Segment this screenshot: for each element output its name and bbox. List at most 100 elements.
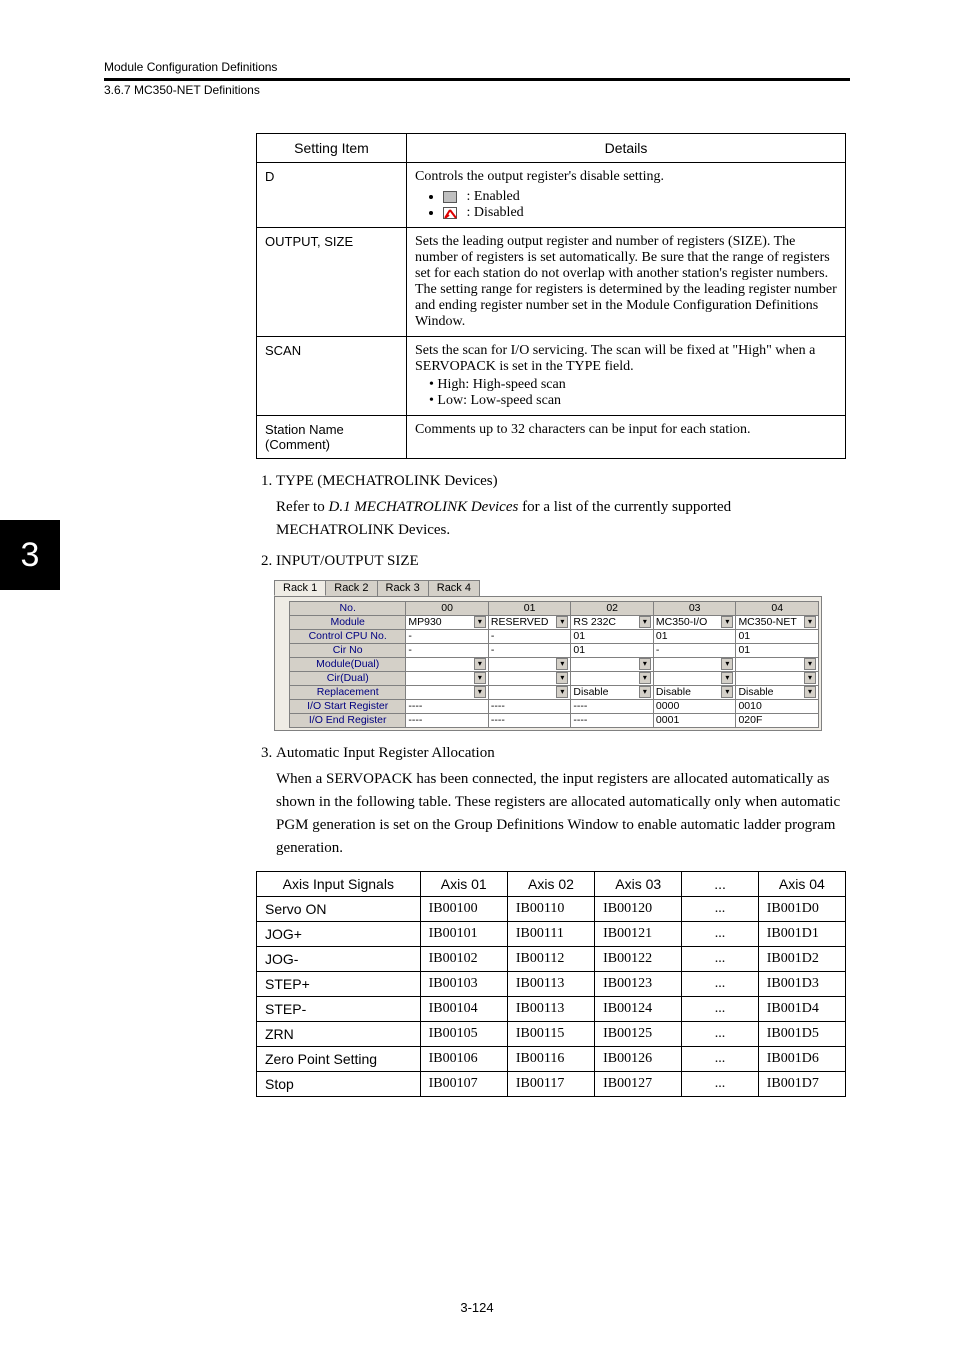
- grid-cell-3-0[interactable]: [406, 657, 489, 671]
- settings-row-station-details: Comments up to 32 characters can be inpu…: [407, 416, 846, 459]
- grid-cell-3-3[interactable]: [653, 657, 736, 671]
- grid-cell-0-0[interactable]: MP930: [406, 615, 489, 629]
- grid-cell-3-2[interactable]: [571, 657, 654, 671]
- grid-cell-4-3[interactable]: [653, 671, 736, 685]
- grid-col-03: 03: [653, 601, 736, 615]
- axis-cell-7-3: IB00127: [595, 1071, 682, 1096]
- grid-cell-4-1[interactable]: [488, 671, 571, 685]
- grid-cell-2-2: 01: [571, 643, 654, 657]
- grid-cell-7-0: ----: [406, 713, 489, 727]
- axis-cell-4-3: IB00124: [595, 996, 682, 1021]
- axis-cell-5-4: ...: [682, 1021, 758, 1046]
- tab-rack-2[interactable]: Rack 2: [325, 580, 377, 596]
- grid-cell-4-0[interactable]: [406, 671, 489, 685]
- axis-cell-1-1: IB00101: [420, 921, 507, 946]
- axis-cell-6-4: ...: [682, 1046, 758, 1071]
- grid-cell-5-4[interactable]: Disable: [736, 685, 819, 699]
- grid-cell-4-2[interactable]: [571, 671, 654, 685]
- axis-cell-1-2: IB00111: [507, 921, 594, 946]
- grid-cell-3-1[interactable]: [488, 657, 571, 671]
- grid-col-01: 01: [488, 601, 571, 615]
- grid-cell-3-4[interactable]: [736, 657, 819, 671]
- axis-cell-2-1: IB00102: [420, 946, 507, 971]
- dropdown-icon[interactable]: [474, 658, 486, 670]
- axis-cell-0-4: ...: [682, 896, 758, 921]
- grid-cell-1-1: -: [488, 629, 571, 643]
- rack-grid: No.0001020304 ModuleMP930RESERVEDRS 232C…: [289, 601, 819, 728]
- dropdown-icon[interactable]: [639, 672, 651, 684]
- settings-row-scan-details: Sets the scan for I/O servicing. The sca…: [407, 337, 846, 416]
- settings-th-details: Details: [407, 134, 846, 163]
- dropdown-icon[interactable]: [556, 672, 568, 684]
- axis-cell-1-4: ...: [682, 921, 758, 946]
- tab-rack-1[interactable]: Rack 1: [274, 580, 326, 596]
- dropdown-icon[interactable]: [804, 658, 816, 670]
- dropdown-icon[interactable]: [721, 616, 733, 628]
- tab-rack-4[interactable]: Rack 4: [428, 580, 480, 596]
- axis-cell-7-0: Stop: [257, 1071, 421, 1096]
- axis-th-0: Axis Input Signals: [257, 871, 421, 896]
- dropdown-icon[interactable]: [639, 686, 651, 698]
- grid-cell-7-2: ----: [571, 713, 654, 727]
- grid-cell-6-2: ----: [571, 699, 654, 713]
- dropdown-icon[interactable]: [804, 686, 816, 698]
- grid-cell-6-0: ----: [406, 699, 489, 713]
- dropdown-icon[interactable]: [639, 616, 651, 628]
- list-item-2-title: INPUT/OUTPUT SIZE: [276, 553, 419, 569]
- grid-cell-2-0: -: [406, 643, 489, 657]
- grid-cell-0-4[interactable]: MC350-NET: [736, 615, 819, 629]
- disabled-text: : Disabled: [467, 205, 524, 220]
- dropdown-icon[interactable]: [721, 686, 733, 698]
- list-item-3-title: Automatic Input Register Allocation: [276, 745, 495, 761]
- dropdown-icon[interactable]: [721, 658, 733, 670]
- grid-cell-5-3[interactable]: Disable: [653, 685, 736, 699]
- dropdown-icon[interactable]: [556, 686, 568, 698]
- grid-col-00: 00: [406, 601, 489, 615]
- list-item-1: TYPE (MECHATROLINK Devices) Refer to D.1…: [276, 473, 846, 543]
- dropdown-icon[interactable]: [804, 616, 816, 628]
- grid-cell-5-1[interactable]: [488, 685, 571, 699]
- settings-row-d: D Controls the output register's disable…: [257, 163, 846, 228]
- grid-cell-0-1[interactable]: RESERVED: [488, 615, 571, 629]
- settings-table: Setting Item Details D Controls the outp…: [256, 133, 846, 459]
- li1-pre: Refer to: [276, 499, 328, 515]
- grid-cell-5-0[interactable]: [406, 685, 489, 699]
- grid-col-02: 02: [571, 601, 654, 615]
- dropdown-icon[interactable]: [804, 672, 816, 684]
- axis-th-1: Axis 01: [420, 871, 507, 896]
- axis-cell-0-1: IB00100: [420, 896, 507, 921]
- grid-cell-0-3[interactable]: MC350-I/O: [653, 615, 736, 629]
- grid-cell-2-3: -: [653, 643, 736, 657]
- list-item-3-body: When a SERVOPACK has been connected, the…: [276, 768, 846, 861]
- axis-th-3: Axis 03: [595, 871, 682, 896]
- dropdown-icon[interactable]: [639, 658, 651, 670]
- tab-rack-3[interactable]: Rack 3: [377, 580, 429, 596]
- grid-cell-7-1: ----: [488, 713, 571, 727]
- axis-th-5: Axis 04: [758, 871, 845, 896]
- settings-row-d-intro: Controls the output register's disable s…: [415, 169, 837, 185]
- axis-cell-6-1: IB00106: [420, 1046, 507, 1071]
- dropdown-icon[interactable]: [474, 672, 486, 684]
- header-title: Module Configuration Definitions: [104, 60, 850, 74]
- dropdown-icon[interactable]: [721, 672, 733, 684]
- dropdown-icon[interactable]: [474, 686, 486, 698]
- dropdown-icon[interactable]: [556, 616, 568, 628]
- li1-em: D.1 MECHATROLINK Devices: [328, 499, 518, 515]
- grid-cell-2-4: 01: [736, 643, 819, 657]
- chapter-side-tab: 3: [0, 520, 60, 590]
- settings-row-scan: SCAN Sets the scan for I/O servicing. Th…: [257, 337, 846, 416]
- axis-cell-4-5: IB001D4: [758, 996, 845, 1021]
- settings-row-scan-item: SCAN: [257, 337, 407, 416]
- dropdown-icon[interactable]: [474, 616, 486, 628]
- axis-cell-5-3: IB00125: [595, 1021, 682, 1046]
- grid-cell-4-4[interactable]: [736, 671, 819, 685]
- grid-rowh-2: Cir No: [290, 643, 406, 657]
- dropdown-icon[interactable]: [556, 658, 568, 670]
- grid-cell-5-2[interactable]: Disable: [571, 685, 654, 699]
- settings-row-output-details: Sets the leading output register and num…: [407, 228, 846, 337]
- settings-th-item: Setting Item: [257, 134, 407, 163]
- axis-cell-0-5: IB001D0: [758, 896, 845, 921]
- axis-cell-4-2: IB00113: [507, 996, 594, 1021]
- grid-cell-0-2[interactable]: RS 232C: [571, 615, 654, 629]
- settings-row-output-item: OUTPUT, SIZE: [257, 228, 407, 337]
